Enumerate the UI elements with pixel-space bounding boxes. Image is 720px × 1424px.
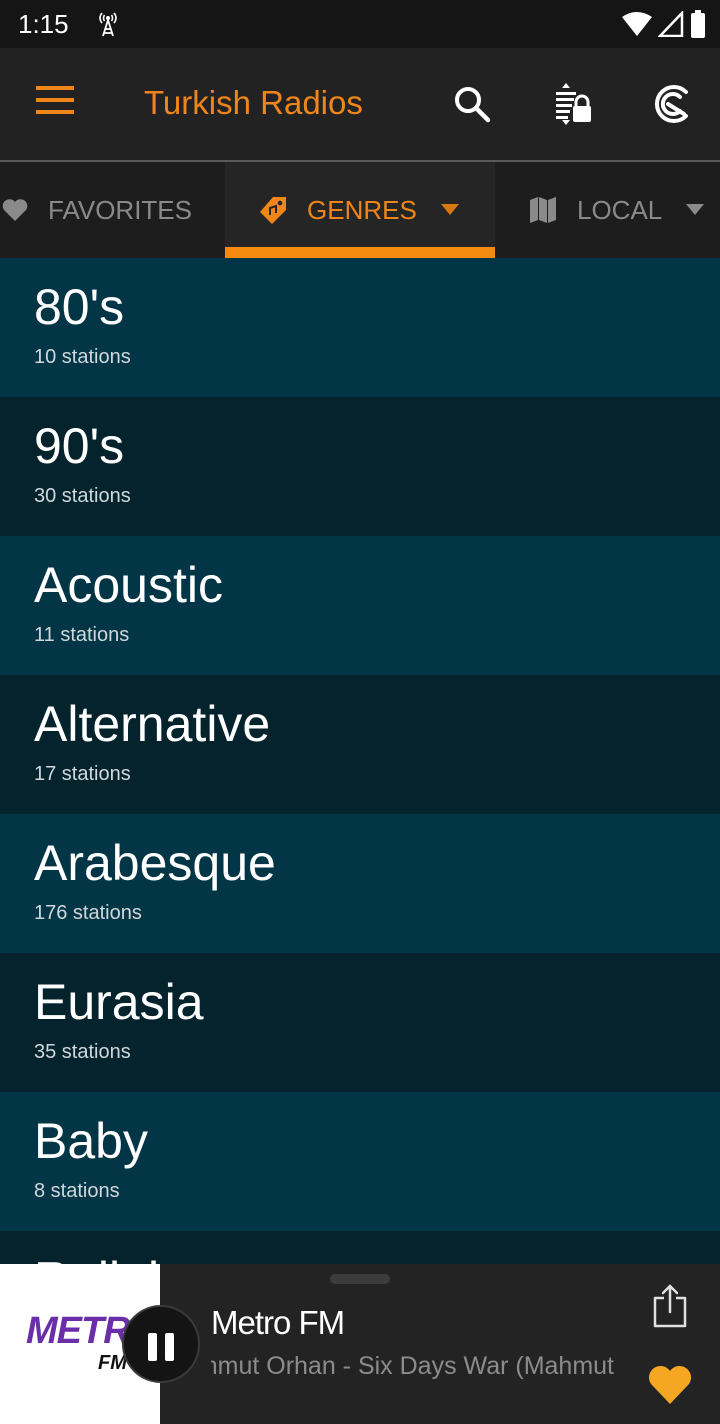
genre-station-count: 8 stations <box>34 1180 120 1202</box>
cell-signal-icon <box>658 11 684 37</box>
genre-station-count: 176 stations <box>34 902 142 924</box>
genre-row[interactable]: 80's 10 stations <box>0 258 720 397</box>
wifi-icon <box>622 12 652 36</box>
dropdown-arrow-icon <box>686 204 705 215</box>
tab-bar: FAVORITES GENRES LOCAL <box>0 162 720 258</box>
genre-name: Alternative <box>34 696 271 752</box>
genre-name: Acoustic <box>34 557 223 613</box>
mini-player[interactable]: METRO FM Metro FM Mahmut Orhan - Six Day… <box>0 1264 720 1424</box>
genre-station-count: 11 stations <box>34 624 130 646</box>
genre-name: Baby <box>34 1113 148 1169</box>
genre-station-count: 10 stations <box>34 346 131 368</box>
player-drag-handle[interactable] <box>330 1274 390 1284</box>
genre-row[interactable]: Eurasia 35 stations <box>0 953 720 1092</box>
dropdown-arrow-icon <box>440 204 459 215</box>
battery-icon <box>691 10 705 38</box>
genre-row[interactable]: Arabesque 176 stations <box>0 814 720 953</box>
genre-name: 80's <box>34 279 125 335</box>
menu-icon[interactable] <box>36 86 76 120</box>
share-icon[interactable] <box>650 1282 690 1330</box>
heart-icon <box>2 199 28 221</box>
status-time: 1:15 <box>18 9 69 39</box>
pause-button[interactable] <box>122 1305 200 1383</box>
genre-name: 90's <box>34 418 125 474</box>
now-playing-station: Metro FM <box>211 1304 345 1341</box>
pause-icon <box>148 1333 157 1361</box>
cast-icon[interactable] <box>646 80 694 128</box>
sort-lock-icon[interactable] <box>552 80 600 128</box>
app-title: Turkish Radios <box>144 84 363 121</box>
genre-row[interactable]: Acoustic 11 stations <box>0 536 720 675</box>
favorite-heart-icon[interactable] <box>646 1360 694 1408</box>
genre-row[interactable]: Baby 8 stations <box>0 1092 720 1231</box>
music-tag-icon <box>260 197 286 224</box>
tab-local[interactable]: LOCAL <box>495 162 720 258</box>
tab-active-indicator <box>225 247 495 258</box>
app-bar: Turkish Radios <box>0 48 720 160</box>
search-icon[interactable] <box>448 80 496 128</box>
station-logo-subtext: FM <box>98 1352 127 1374</box>
tab-local-label: LOCAL <box>577 194 663 225</box>
pause-icon <box>165 1333 174 1361</box>
genre-station-count: 30 stations <box>34 485 131 507</box>
map-icon <box>530 197 556 223</box>
genre-station-count: 35 stations <box>34 1041 131 1063</box>
genre-name: Arabesque <box>34 835 276 891</box>
tab-genres-label: GENRES <box>307 194 417 225</box>
tab-favorites[interactable]: FAVORITES <box>0 162 225 258</box>
tab-favorites-label: FAVORITES <box>48 194 192 225</box>
tab-genres[interactable]: GENRES <box>225 162 495 258</box>
genre-station-count: 17 stations <box>34 763 131 785</box>
genre-list: 80's 10 stations 90's 30 stations Acoust… <box>0 258 720 1370</box>
status-bar: 1:15 <box>0 0 720 48</box>
genre-row[interactable]: 90's 30 stations <box>0 397 720 536</box>
genre-name: Eurasia <box>34 974 204 1030</box>
now-playing-track-container: Mahmut Orhan - Six Days War (Mahmut Orha… <box>211 1352 621 1386</box>
radio-tower-icon <box>99 12 117 37</box>
now-playing-track: Mahmut Orhan - Six Days War (Mahmut Orha… <box>211 1352 621 1380</box>
genre-row[interactable]: Alternative 17 stations <box>0 675 720 814</box>
